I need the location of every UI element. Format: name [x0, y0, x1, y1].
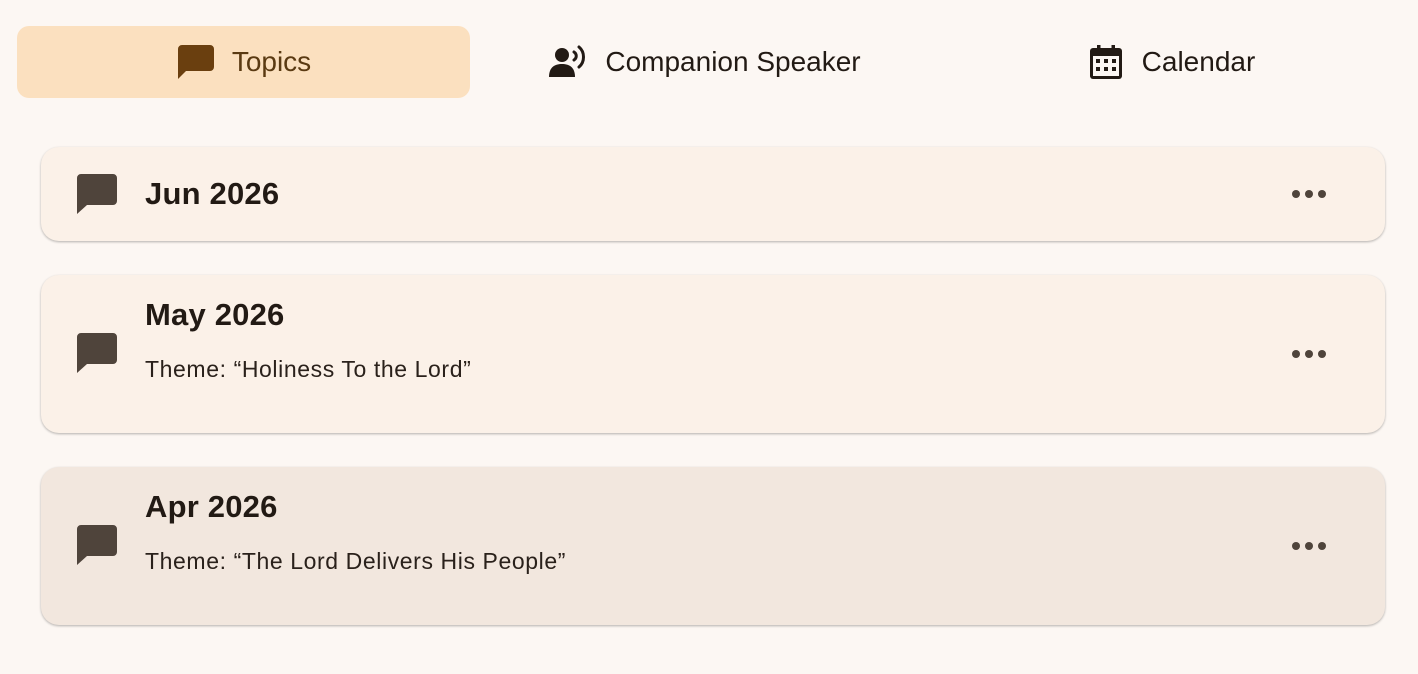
- more-options-button[interactable]: [1283, 520, 1335, 572]
- chat-bubble-icon: [176, 42, 216, 82]
- chat-bubble-icon: [75, 331, 119, 375]
- record-voice-icon: [549, 42, 589, 82]
- chat-bubble-icon: [75, 523, 119, 567]
- more-options-button[interactable]: [1283, 168, 1335, 220]
- tab-topics[interactable]: Topics: [17, 26, 470, 98]
- topic-card[interactable]: May 2026 Theme: “Holiness To the Lord”: [41, 275, 1385, 433]
- tab-calendar[interactable]: Calendar: [940, 26, 1401, 98]
- tab-label: Companion Speaker: [605, 46, 861, 77]
- topic-theme: Theme: “The Lord Delivers His People”: [145, 548, 567, 574]
- tab-companion-speaker[interactable]: Companion Speaker: [470, 26, 940, 98]
- topic-card[interactable]: Jun 2026: [41, 147, 1385, 241]
- calendar-icon: [1086, 42, 1126, 82]
- topic-theme: Theme: “Holiness To the Lord”: [145, 356, 472, 382]
- topic-card[interactable]: Apr 2026 Theme: “The Lord Delivers His P…: [41, 467, 1385, 625]
- top-tab-bar: Topics Companion Speaker Calendar: [17, 26, 1401, 98]
- more-horizontal-icon: [1292, 350, 1326, 358]
- more-horizontal-icon: [1292, 542, 1326, 550]
- more-horizontal-icon: [1292, 190, 1326, 198]
- topic-title: Apr 2026: [145, 489, 278, 524]
- tab-label: Topics: [231, 46, 312, 77]
- chat-bubble-icon: [75, 172, 119, 216]
- more-options-button[interactable]: [1283, 328, 1335, 380]
- topic-title: Jun 2026: [145, 176, 280, 211]
- topic-title: May 2026: [145, 297, 285, 332]
- tab-label: Calendar: [1141, 46, 1256, 77]
